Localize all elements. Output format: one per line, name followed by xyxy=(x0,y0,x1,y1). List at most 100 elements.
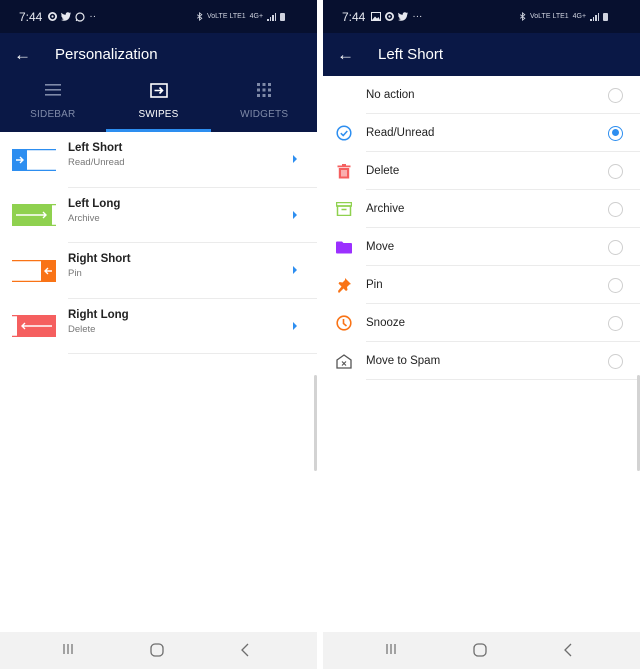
more-dots-icon: ·· xyxy=(89,11,97,22)
twitter-icon xyxy=(61,12,72,21)
radio-button[interactable] xyxy=(608,87,623,103)
tab-bar: SIDEBAR SWIPES WIDGETS xyxy=(0,76,317,132)
option-label: Move xyxy=(366,241,395,253)
status-bar: 7:44 ··· VoLTE LTE1 4G+ xyxy=(323,0,640,33)
recent-apps-button[interactable] xyxy=(385,643,397,655)
clock-icon xyxy=(336,315,352,331)
option-label: Move to Spam xyxy=(366,355,441,367)
option-label: Pin xyxy=(366,279,383,291)
tab-swipes[interactable]: SWIPES xyxy=(105,76,212,132)
app-bar: ← Personalization xyxy=(0,33,317,76)
radio-button[interactable] xyxy=(608,239,623,255)
camera-app-icon xyxy=(385,12,395,21)
chevron-right-icon xyxy=(293,321,297,330)
swipe-row-left-long[interactable]: Left Long Archive xyxy=(0,188,317,243)
check-circle-icon xyxy=(336,125,352,141)
status-time: 7:44 xyxy=(19,9,43,24)
archive-icon xyxy=(336,202,352,216)
option-label: No action xyxy=(366,89,415,101)
left-short-screen: 7:44 ··· VoLTE LTE1 4G+ ← Left Short No … xyxy=(323,0,640,669)
left-short-swipe-preview-icon xyxy=(12,148,56,171)
option-move[interactable]: Move xyxy=(323,228,640,266)
swipe-row-right-short[interactable]: Right Short Pin xyxy=(0,243,317,299)
home-button[interactable] xyxy=(473,643,487,657)
tab-sidebar[interactable]: SIDEBAR xyxy=(0,76,106,132)
tab-widgets[interactable]: WIDGETS xyxy=(211,76,317,132)
option-archive[interactable]: Archive xyxy=(323,190,640,228)
swipe-action: Archive xyxy=(68,212,100,224)
radio-button[interactable] xyxy=(608,163,623,179)
option-label: Snooze xyxy=(366,317,406,329)
swipe-action: Read/Unread xyxy=(68,157,125,168)
battery-icon xyxy=(280,12,286,21)
recent-apps-icon xyxy=(386,644,396,654)
scrollbar[interactable] xyxy=(314,375,317,471)
signal-icon xyxy=(590,12,600,21)
recent-apps-button[interactable] xyxy=(62,643,74,655)
tab-label: SWIPES xyxy=(138,109,179,120)
chevron-right-icon xyxy=(293,210,297,219)
gallery-icon xyxy=(371,12,382,21)
option-snooze[interactable]: Snooze xyxy=(323,304,640,342)
menu-icon xyxy=(44,84,61,96)
system-nav-bar xyxy=(323,632,640,669)
swipe-title: Right Short xyxy=(68,253,131,265)
option-read-unread[interactable]: Read/Unread xyxy=(323,114,640,152)
grid-icon xyxy=(257,83,272,97)
recent-apps-icon xyxy=(63,644,73,654)
option-label: Read/Unread xyxy=(366,127,435,139)
bluetooth-icon xyxy=(196,12,203,21)
pin-icon xyxy=(338,278,351,293)
back-button[interactable] xyxy=(563,643,573,657)
radio-button-selected[interactable] xyxy=(608,125,623,141)
twitter-icon xyxy=(398,12,409,21)
chevron-right-icon xyxy=(293,155,297,163)
home-button[interactable] xyxy=(150,643,164,657)
volte-label: VoLTE LTE1 xyxy=(207,13,246,20)
chevron-right-icon xyxy=(293,266,297,274)
option-move-to-spam[interactable]: Move to Spam xyxy=(323,342,640,380)
swipe-icon xyxy=(149,82,168,98)
app-bar: ← Left Short xyxy=(323,33,640,76)
page-title: Personalization xyxy=(55,46,158,63)
back-chevron-icon xyxy=(241,643,249,657)
network-label: 4G+ xyxy=(572,13,587,20)
signal-icon xyxy=(267,12,277,21)
back-button[interactable] xyxy=(240,643,250,657)
option-delete[interactable]: Delete xyxy=(323,152,640,190)
option-pin[interactable]: Pin xyxy=(323,266,640,304)
folder-icon xyxy=(336,241,352,253)
radio-button[interactable] xyxy=(608,201,623,217)
spam-icon xyxy=(336,353,352,369)
swipe-action: Pin xyxy=(68,268,82,279)
swipe-title: Left Long xyxy=(68,197,121,210)
tab-label: SIDEBAR xyxy=(30,109,76,120)
more-dots-icon: ··· xyxy=(412,11,423,22)
back-arrow-icon[interactable]: ← xyxy=(14,45,55,65)
volte-label: VoLTE LTE1 xyxy=(530,13,569,20)
network-label: 4G+ xyxy=(249,13,264,20)
home-icon xyxy=(150,643,164,657)
camera-app-icon xyxy=(48,12,58,21)
right-long-swipe-preview-icon xyxy=(12,315,56,338)
swipe-title: Right Long xyxy=(68,308,129,321)
whatsapp-icon xyxy=(75,11,85,22)
swipe-row-left-short[interactable]: Left Short Read/Unread xyxy=(0,132,317,188)
status-time: 7:44 xyxy=(342,9,366,24)
swipe-list: Left Short Read/Unread Left Long Archive… xyxy=(0,132,317,354)
swipe-row-right-long[interactable]: Right Long Delete xyxy=(0,299,317,354)
radio-button[interactable] xyxy=(608,315,623,331)
battery-icon xyxy=(603,12,609,21)
option-no-action[interactable]: No action xyxy=(323,76,640,114)
bluetooth-icon xyxy=(519,12,526,21)
swipe-title: Left Short xyxy=(68,142,123,154)
radio-button[interactable] xyxy=(608,277,623,293)
option-label: Archive xyxy=(366,203,405,215)
page-title: Left Short xyxy=(378,46,444,63)
back-arrow-icon[interactable]: ← xyxy=(337,45,378,65)
personalization-screen: 7:44 ·· VoLTE LTE1 4G+ ← Personalization… xyxy=(0,0,317,669)
action-option-list: No action Read/Unread Delete Archive Mov… xyxy=(323,76,640,380)
option-label: Delete xyxy=(366,165,400,177)
radio-button[interactable] xyxy=(608,353,623,369)
trash-icon xyxy=(337,163,351,178)
